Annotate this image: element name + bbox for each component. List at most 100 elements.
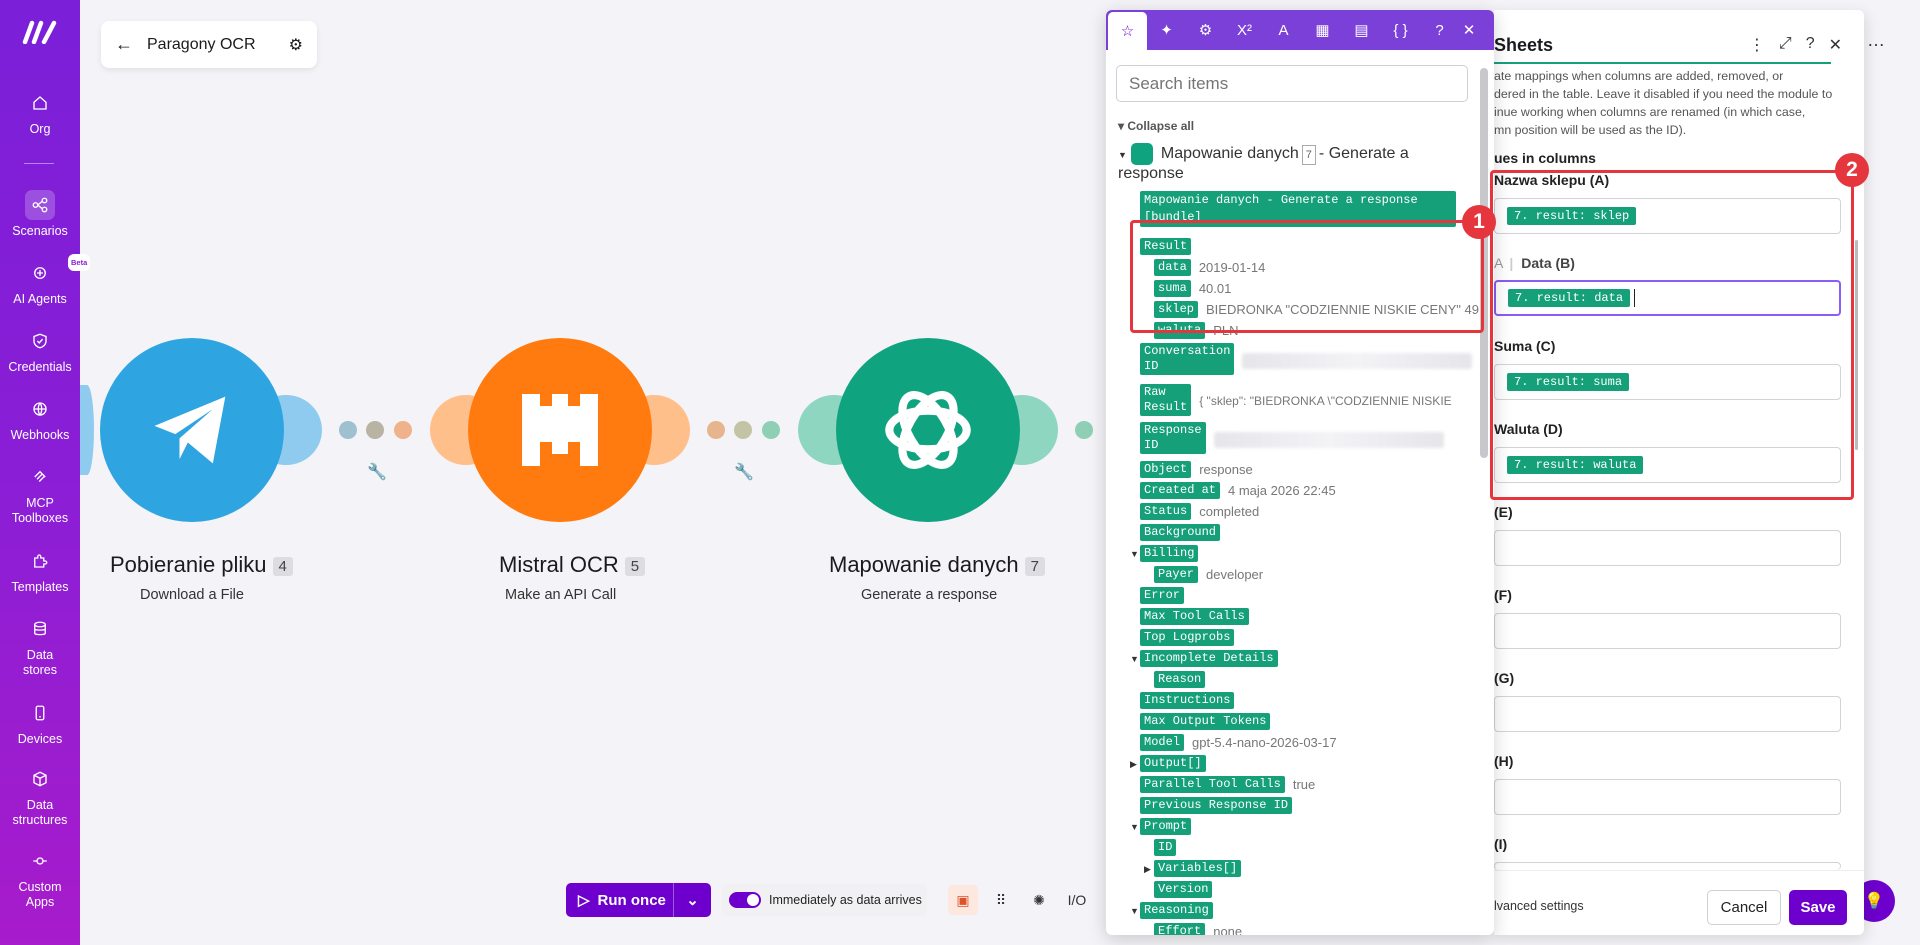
grid-dots-icon[interactable]: ⠿ (986, 885, 1016, 915)
item-tag[interactable]: Variables[] (1154, 859, 1242, 877)
tree-row[interactable]: Incomplete Details (1140, 649, 1286, 667)
item-tag[interactable]: Reasoning (1140, 901, 1213, 919)
sidebar-item-devices[interactable]: Devices (0, 698, 80, 747)
collapse-all-link[interactable]: ▾ Collapse all (1118, 119, 1194, 133)
sidebar-item-data-structures[interactable]: Data structures (0, 764, 80, 828)
caret-down-icon[interactable]: ▼ (1130, 822, 1139, 832)
sidebar-item-ai-agents[interactable]: Beta AI Agents (0, 254, 91, 307)
io-icon[interactable]: I/O (1062, 885, 1092, 915)
tree-row[interactable]: Output[] (1140, 754, 1214, 772)
item-tag[interactable]: Created at (1140, 481, 1221, 499)
tree-row[interactable]: Billing (1140, 544, 1206, 562)
tree-row[interactable]: Background (1140, 523, 1228, 541)
run-once-button[interactable]: ▷ Run once ⌄ (566, 883, 711, 917)
caret-right-icon[interactable]: ▶ (1130, 759, 1137, 770)
make-logo-icon[interactable] (22, 20, 58, 44)
tree-row[interactable]: Effort none (1154, 922, 1242, 935)
node-telegram[interactable] (100, 338, 284, 522)
sparkle-icon[interactable]: ✦ (1147, 12, 1186, 48)
tree-row[interactable]: Prompt (1140, 817, 1199, 835)
notes-icon[interactable]: ▣ (948, 885, 978, 915)
item-tag[interactable]: Billing (1140, 544, 1199, 562)
close-icon[interactable]: ✕ (1459, 12, 1479, 48)
module-header[interactable]: ▼ Mapowanie danych 7- Generate a response (1118, 143, 1438, 183)
math-icon[interactable]: X² (1225, 12, 1264, 48)
tree-row[interactable]: Parallel Tool Calls true (1140, 775, 1315, 793)
item-tag[interactable]: Parallel Tool Calls (1140, 775, 1285, 793)
sidebar-item-webhooks[interactable]: Webhooks (0, 394, 80, 443)
item-tag[interactable]: Output[] (1140, 754, 1206, 772)
cancel-button[interactable]: Cancel (1707, 890, 1781, 925)
field-g[interactable] (1494, 696, 1841, 732)
save-button[interactable]: Save (1789, 890, 1847, 925)
sidebar-item-custom-apps[interactable]: Custom Apps (0, 846, 80, 910)
item-tag[interactable]: Version (1154, 880, 1213, 898)
item-tag[interactable]: Payer (1154, 565, 1199, 583)
item-tag[interactable]: Top Logprobs (1140, 628, 1235, 646)
item-tag[interactable]: Model (1140, 733, 1185, 751)
wrench-icon[interactable]: 🔧 (367, 462, 387, 482)
field-f[interactable] (1494, 613, 1841, 649)
item-tag[interactable]: Max Tool Calls (1140, 607, 1249, 625)
toggle-switch[interactable] (729, 892, 761, 908)
settings-sliders-icon[interactable]: ⚙ (289, 35, 303, 55)
node-mistral[interactable] (468, 338, 652, 522)
field-i[interactable] (1494, 862, 1841, 870)
tree-row[interactable]: Status completed (1140, 502, 1259, 520)
caret-down-icon[interactable]: ▼ (1130, 654, 1139, 664)
tree-row[interactable]: Variables[] (1154, 859, 1249, 877)
tree-row[interactable]: Reasoning (1140, 901, 1221, 919)
field-e[interactable] (1494, 530, 1841, 566)
tree-row[interactable]: Max Output Tokens (1140, 712, 1278, 730)
item-tag[interactable]: Reason (1154, 670, 1206, 688)
advanced-settings-toggle[interactable]: lvanced settings (1494, 899, 1584, 913)
item-tag[interactable]: Background (1140, 523, 1221, 541)
schedule-toggle[interactable]: Immediately as data arrives (722, 884, 927, 916)
node-openai[interactable] (836, 338, 1020, 522)
sidebar-item-credentials[interactable]: Credentials (0, 326, 80, 375)
item-tag[interactable]: Object (1140, 460, 1192, 478)
tree-row[interactable]: Response ID (1140, 422, 1444, 458)
tree-row[interactable]: Max Tool Calls (1140, 607, 1257, 625)
item-tag[interactable]: Status (1140, 502, 1192, 520)
tree-row[interactable]: Payer developer (1154, 565, 1263, 583)
item-tag[interactable]: Response ID (1140, 422, 1206, 454)
wrench-icon[interactable]: 🔧 (734, 462, 754, 482)
sidebar-item-scenarios[interactable]: Scenarios (0, 190, 80, 239)
table-icon[interactable]: ▤ (1342, 12, 1381, 48)
tree-row[interactable]: ID (1154, 838, 1184, 856)
star-icon[interactable]: ☆ (1108, 12, 1147, 50)
tree-row[interactable]: Top Logprobs (1140, 628, 1242, 646)
item-tag[interactable]: Instructions (1140, 691, 1235, 709)
scenario-title[interactable]: Paragony OCR (147, 36, 289, 54)
caret-right-icon[interactable]: ▶ (1144, 864, 1151, 875)
search-input[interactable] (1116, 65, 1468, 102)
tree-row[interactable]: Created at 4 maja 2026 22:45 (1140, 481, 1336, 499)
item-tag[interactable]: Conversation ID (1140, 343, 1235, 375)
tree-row[interactable]: Model gpt-5.4-nano-2026-03-17 (1140, 733, 1337, 751)
back-arrow-icon[interactable]: ← (115, 34, 133, 55)
tree-row[interactable]: Instructions (1140, 691, 1242, 709)
item-tag[interactable]: Incomplete Details (1140, 649, 1278, 667)
item-tag[interactable]: Error (1140, 586, 1185, 604)
item-tag[interactable]: Prompt (1140, 817, 1192, 835)
caret-down-icon[interactable]: ▼ (1130, 906, 1139, 916)
more-menu-icon[interactable]: … (1867, 30, 1885, 51)
item-tag[interactable]: Raw Result (1140, 384, 1192, 416)
sidebar-item-data-stores[interactable]: Data stores (0, 614, 80, 678)
sidebar-item-templates[interactable]: Templates (0, 546, 80, 595)
help-icon[interactable]: ? (1806, 35, 1815, 55)
item-tag[interactable]: ID (1154, 838, 1177, 856)
braces-icon[interactable]: { } (1381, 12, 1420, 48)
gear-icon[interactable]: ⚙ (1186, 12, 1225, 48)
kebab-menu-icon[interactable]: ⋮ (1749, 35, 1765, 55)
help-icon[interactable]: ? (1420, 12, 1459, 48)
tree-row[interactable]: Object response (1140, 460, 1253, 478)
item-tag[interactable]: Previous Response ID (1140, 796, 1293, 814)
text-icon[interactable]: A (1264, 12, 1303, 48)
tree-row[interactable]: Raw Result { "sklep": "BIEDRONKA \"CODZIEN… (1140, 384, 1452, 420)
tree-row[interactable]: Version (1154, 880, 1220, 898)
caret-down-icon[interactable]: ▼ (1130, 549, 1139, 559)
tree-row[interactable]: Conversation ID (1140, 343, 1473, 379)
tree-row[interactable]: Error (1140, 586, 1192, 604)
